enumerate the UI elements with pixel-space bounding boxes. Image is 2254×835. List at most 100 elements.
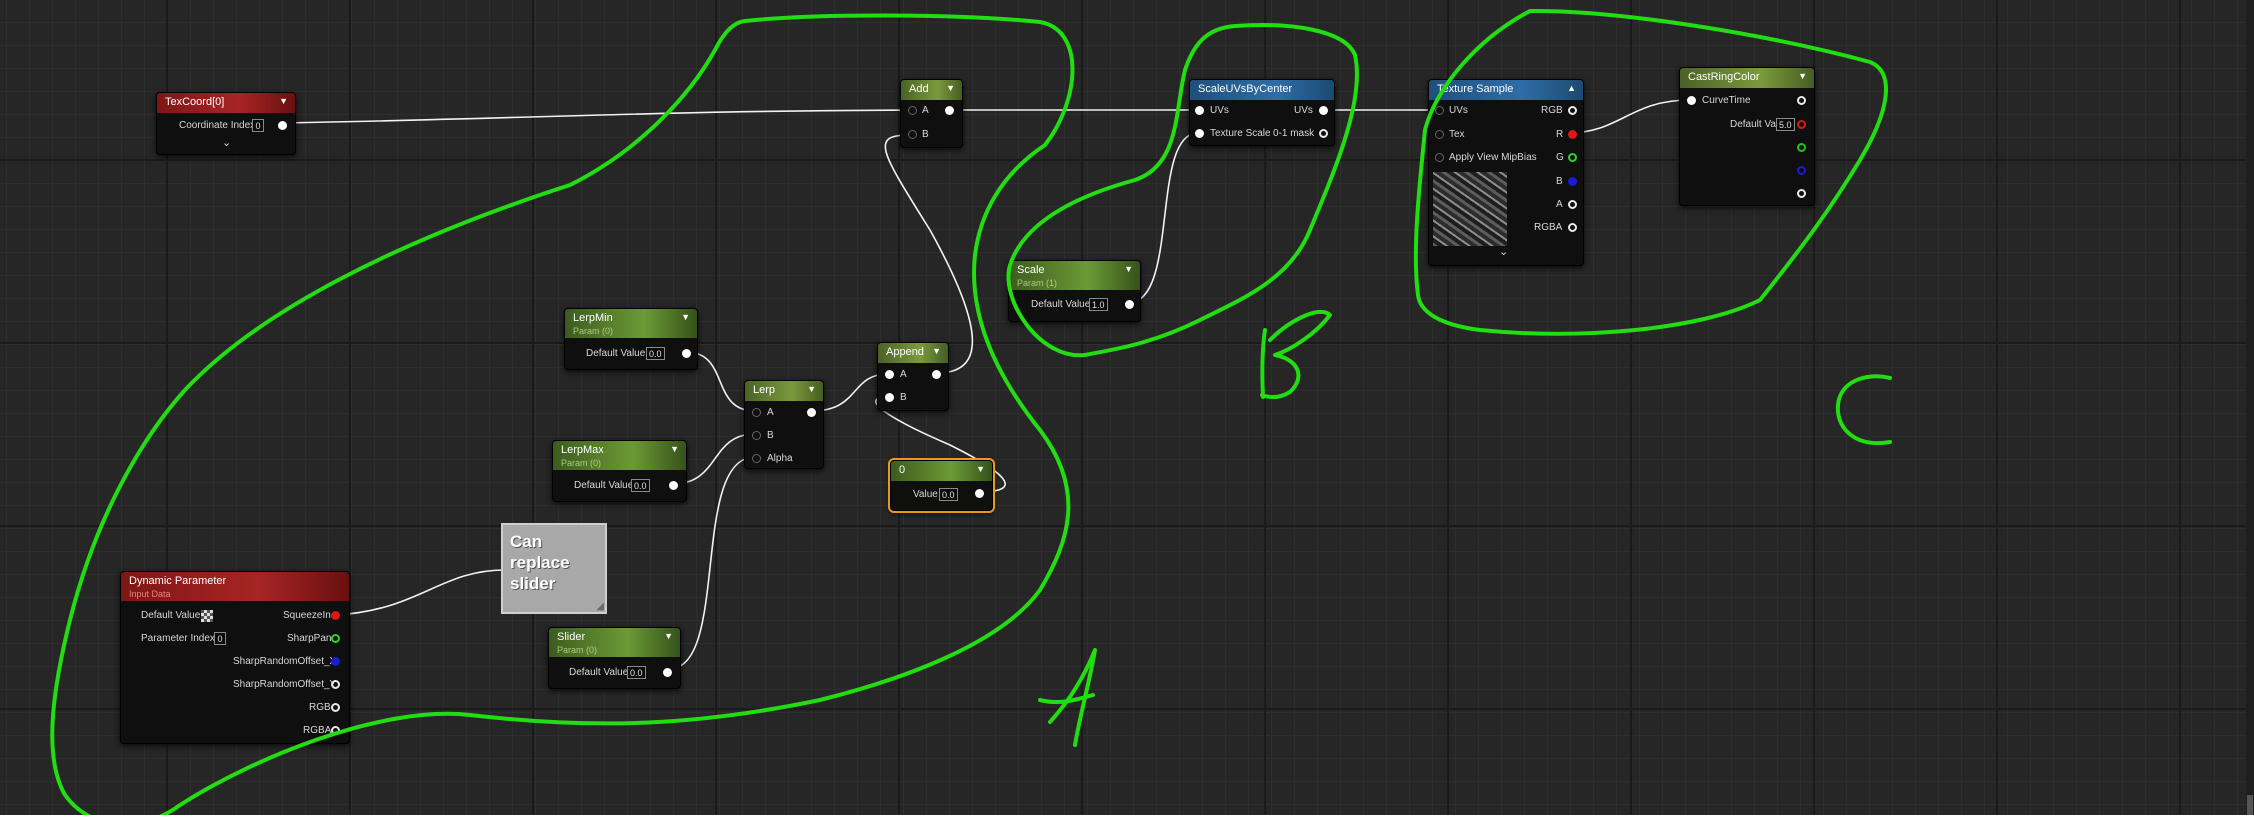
append-header[interactable]: Append ▼ bbox=[878, 343, 948, 363]
dynamic-rgba-pin[interactable] bbox=[331, 726, 340, 735]
add-header[interactable]: Add ▼ bbox=[901, 80, 962, 100]
scale-uvs-output-uvs-pin[interactable] bbox=[1319, 106, 1328, 115]
cast-ring-default-field[interactable]: 5.0 bbox=[1776, 118, 1795, 131]
add-input-b-pin[interactable] bbox=[908, 130, 917, 139]
annotation-letter-b bbox=[1260, 309, 1332, 399]
scale-uvs-output-mask-pin[interactable] bbox=[1319, 129, 1328, 138]
chevron-up-icon[interactable]: ▲ bbox=[1567, 83, 1576, 93]
lerpmax-output-pin[interactable] bbox=[669, 481, 678, 490]
dynamic-default-value-swatch[interactable] bbox=[201, 610, 213, 622]
lerpmin-default-field[interactable]: 0.0 bbox=[646, 347, 665, 360]
scale-output-pin[interactable] bbox=[1125, 300, 1134, 309]
append-node[interactable]: Append ▼ A B bbox=[877, 342, 949, 411]
add-output-pin[interactable] bbox=[945, 106, 954, 115]
lerpmax-header[interactable]: LerpMax Param (0) ▼ bbox=[553, 441, 686, 470]
slider-output-pin[interactable] bbox=[663, 668, 672, 677]
expand-chevron-icon[interactable]: ⌄ bbox=[1499, 246, 1508, 258]
chevron-down-icon[interactable]: ▼ bbox=[932, 346, 941, 356]
chevron-down-icon[interactable]: ▼ bbox=[681, 312, 690, 322]
chevron-down-icon[interactable]: ▼ bbox=[976, 464, 985, 474]
comment-box[interactable]: Can replace slider ◢ bbox=[501, 523, 607, 614]
lerpmax-default-field[interactable]: 0.0 bbox=[631, 479, 650, 492]
cast-ring-output-pin[interactable] bbox=[1797, 96, 1806, 105]
texture-output-b-pin[interactable] bbox=[1568, 177, 1577, 186]
dynamic-squeeze-pin[interactable] bbox=[331, 611, 340, 620]
cast-ring-output-g-pin[interactable] bbox=[1797, 143, 1806, 152]
scale-default-field[interactable]: 1.0 bbox=[1089, 298, 1108, 311]
dynamic-squeeze-label: SqueezeIn bbox=[283, 610, 331, 621]
lerpmin-output-pin[interactable] bbox=[682, 349, 691, 358]
scale-uvs-header[interactable]: ScaleUVsByCenter bbox=[1190, 80, 1334, 100]
texture-input-tex-pin[interactable] bbox=[1435, 130, 1444, 139]
resize-handle-icon[interactable]: ◢ bbox=[596, 601, 604, 612]
dynamic-offset-x-pin[interactable] bbox=[331, 657, 340, 666]
scale-uvs-input-scale-pin[interactable] bbox=[1195, 129, 1204, 138]
texture-output-g-pin[interactable] bbox=[1568, 153, 1577, 162]
append-output-pin[interactable] bbox=[932, 370, 941, 379]
lerp-input-b-pin[interactable] bbox=[752, 431, 761, 440]
slider-header[interactable]: Slider Param (0) ▼ bbox=[549, 628, 680, 657]
add-input-a-pin[interactable] bbox=[908, 106, 917, 115]
lerp-input-alpha-pin[interactable] bbox=[752, 454, 761, 463]
texture-output-a-pin[interactable] bbox=[1568, 200, 1577, 209]
lerpmin-param-node[interactable]: LerpMin Param (0) ▼ Default Value 0.0 bbox=[564, 308, 698, 370]
scale-param-header[interactable]: Scale Param (1) ▼ bbox=[1009, 261, 1140, 290]
lerpmax-param-node[interactable]: LerpMax Param (0) ▼ Default Value 0.0 bbox=[552, 440, 687, 502]
texture-output-r-pin[interactable] bbox=[1568, 130, 1577, 139]
dynamic-parameter-header[interactable]: Dynamic Parameter Input Data bbox=[121, 572, 349, 601]
lerp-node[interactable]: Lerp ▼ A B Alpha bbox=[744, 380, 824, 469]
append-input-b-pin[interactable] bbox=[885, 393, 894, 402]
append-input-a-pin[interactable] bbox=[885, 370, 894, 379]
comment-text: Can replace slider bbox=[510, 532, 570, 593]
coordinate-index-field[interactable]: 0 bbox=[252, 119, 264, 132]
chevron-down-icon[interactable]: ▼ bbox=[946, 83, 955, 93]
graph-scrollbar[interactable] bbox=[2246, 0, 2254, 815]
slider-default-field[interactable]: 0.0 bbox=[627, 666, 646, 679]
texcoord-output-pin[interactable] bbox=[278, 121, 287, 130]
dynamic-sharppan-pin[interactable] bbox=[331, 634, 340, 643]
texture-output-rgba-pin[interactable] bbox=[1568, 223, 1577, 232]
dynamic-index-field[interactable]: 0 bbox=[214, 632, 226, 645]
add-node[interactable]: Add ▼ A B bbox=[900, 79, 963, 148]
cast-ring-color-node[interactable]: CastRingColor ▼ CurveTime Default Value … bbox=[1679, 67, 1815, 206]
constant-value-field[interactable]: 0.0 bbox=[939, 488, 958, 501]
scale-uvs-input-uvs-pin[interactable] bbox=[1195, 106, 1204, 115]
texture-output-rgb-pin[interactable] bbox=[1568, 106, 1577, 115]
dynamic-offset-y-pin[interactable] bbox=[331, 680, 340, 689]
scale-uvs-node[interactable]: ScaleUVsByCenter UVs UVs Texture Scale 0… bbox=[1189, 79, 1335, 146]
texture-sample-node[interactable]: Texture Sample ▲ UVs RGB Tex R Apply Vie… bbox=[1428, 79, 1584, 266]
cast-ring-output-r-pin[interactable] bbox=[1797, 120, 1806, 129]
scale-param-subtitle: Param (1) bbox=[1017, 278, 1058, 288]
chevron-down-icon[interactable]: ▼ bbox=[1798, 71, 1807, 81]
texcoord-header[interactable]: TexCoord[0] ▼ bbox=[157, 93, 295, 113]
chevron-down-icon[interactable]: ▼ bbox=[807, 384, 816, 394]
chevron-down-icon[interactable]: ▼ bbox=[279, 96, 288, 106]
cast-ring-color-header[interactable]: CastRingColor ▼ bbox=[1680, 68, 1814, 88]
lerp-header[interactable]: Lerp ▼ bbox=[745, 381, 823, 401]
slider-param-node[interactable]: Slider Param (0) ▼ Default Value 0.0 bbox=[548, 627, 681, 689]
constant-node[interactable]: 0 ▼ Value 0.0 bbox=[890, 460, 993, 511]
texture-sample-header[interactable]: Texture Sample ▲ bbox=[1429, 80, 1583, 100]
texture-mipbias-pin[interactable] bbox=[1435, 153, 1444, 162]
lerp-output-pin[interactable] bbox=[807, 408, 816, 417]
lerp-input-a-pin[interactable] bbox=[752, 408, 761, 417]
constant-output-pin[interactable] bbox=[975, 489, 984, 498]
lerpmin-default-label: Default Value bbox=[586, 348, 646, 359]
cast-ring-output-a-pin[interactable] bbox=[1797, 189, 1806, 198]
material-graph-canvas[interactable]: TexCoord[0] ▼ Coordinate Index 0 ⌄ Add ▼… bbox=[0, 0, 2254, 815]
lerpmax-title: LerpMax bbox=[561, 444, 604, 456]
expand-chevron-icon[interactable]: ⌄ bbox=[222, 137, 231, 149]
texture-input-uvs-pin[interactable] bbox=[1435, 106, 1444, 115]
chevron-down-icon[interactable]: ▼ bbox=[670, 444, 679, 454]
constant-header[interactable]: 0 ▼ bbox=[891, 461, 992, 481]
cast-ring-curvetime-pin[interactable] bbox=[1687, 96, 1696, 105]
chevron-down-icon[interactable]: ▼ bbox=[664, 631, 673, 641]
lerpmin-header[interactable]: LerpMin Param (0) ▼ bbox=[565, 309, 697, 338]
scale-param-node[interactable]: Scale Param (1) ▼ Default Value 1.0 bbox=[1008, 260, 1141, 322]
texcoord-node[interactable]: TexCoord[0] ▼ Coordinate Index 0 ⌄ bbox=[156, 92, 296, 155]
dynamic-parameter-node[interactable]: Dynamic Parameter Input Data Default Val… bbox=[120, 571, 350, 744]
dynamic-rgb-pin[interactable] bbox=[331, 703, 340, 712]
chevron-down-icon[interactable]: ▼ bbox=[1124, 264, 1133, 274]
cast-ring-output-b-pin[interactable] bbox=[1797, 166, 1806, 175]
scrollbar-thumb[interactable] bbox=[2247, 795, 2253, 815]
